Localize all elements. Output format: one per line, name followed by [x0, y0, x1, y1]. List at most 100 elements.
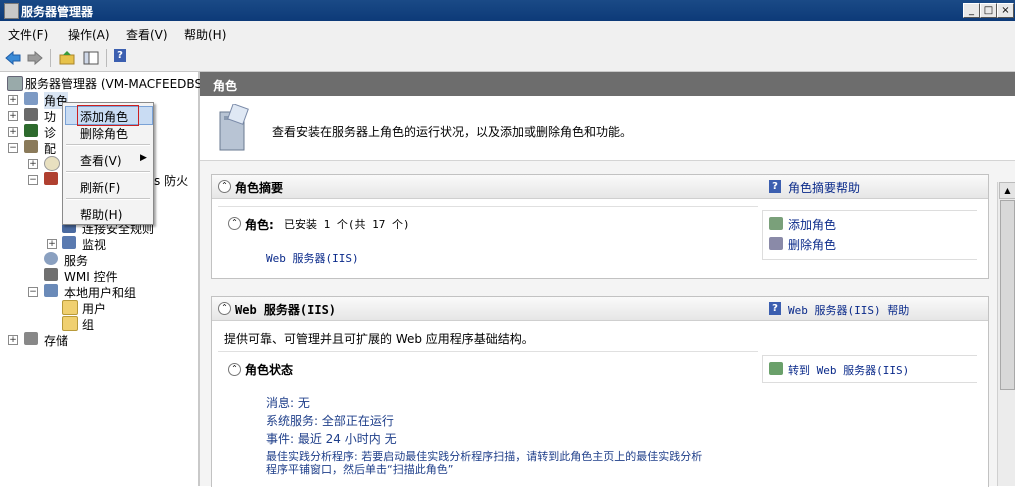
intro-panel: 查看安装在服务器上角色的运行状况，以及添加或删除角色和功能。	[200, 96, 1015, 161]
collapse-chevron-icon[interactable]: ⌃	[228, 363, 241, 376]
firewall-icon	[44, 172, 58, 185]
tree-item-features[interactable]: 功	[44, 108, 56, 125]
role-status-title: 角色状态	[245, 363, 294, 377]
tree-item-wmi[interactable]: WMI 控件	[64, 268, 118, 285]
tree-item-groups[interactable]: 组	[82, 316, 94, 333]
expand-icon[interactable]: +	[47, 239, 57, 249]
expand-icon[interactable]: +	[8, 127, 18, 137]
add-roles-icon	[769, 217, 783, 230]
server-manager-icon	[4, 3, 19, 19]
goto-arrow-icon	[769, 362, 783, 375]
roles-icon	[24, 92, 38, 105]
minimize-button[interactable]: _	[963, 3, 980, 18]
goto-web-server-link[interactable]: 转到 Web 服务器(IIS)	[788, 362, 909, 378]
folder-icon	[62, 316, 78, 331]
roles-label: 角色:	[245, 218, 274, 232]
tree-item-storage[interactable]: 存储	[44, 332, 68, 349]
roles-server-icon	[219, 104, 249, 151]
up-folder-icon[interactable]	[58, 49, 76, 67]
storage-icon	[24, 332, 38, 345]
menu-action[interactable]: 操作(A)	[68, 26, 110, 43]
help-icon: ?	[769, 180, 781, 193]
users-groups-icon	[44, 284, 58, 297]
web-server-title: Web 服务器(IIS)	[235, 303, 337, 317]
show-hide-tree-icon[interactable]	[82, 49, 100, 67]
details-header: 角色	[200, 72, 1015, 96]
configuration-icon	[24, 140, 38, 153]
tree-item-local-users-groups[interactable]: 本地用户和组	[64, 284, 136, 301]
roles-summary-help-link[interactable]: 角色摘要帮助	[788, 179, 860, 196]
intro-text: 查看安装在服务器上角色的运行状况，以及添加或删除角色和功能。	[272, 125, 633, 139]
divider	[218, 351, 758, 352]
menu-bar: 文件(F) 操作(A) 查看(V) 帮助(H)	[0, 21, 1015, 45]
scrollbar-thumb[interactable]	[1000, 200, 1015, 390]
collapse-chevron-icon[interactable]: ⌃	[218, 302, 231, 315]
tree-root[interactable]: 服务器管理器 (VM-MACFEEDBSJ)	[25, 75, 210, 92]
diagnostics-icon	[24, 124, 38, 137]
collapse-icon[interactable]: −	[28, 287, 38, 297]
status-events: 事件: 最近 24 小时内 无	[266, 432, 397, 446]
help-icon[interactable]: ?	[114, 49, 126, 62]
menu-item-view[interactable]: 查看(V)	[80, 152, 122, 169]
collapse-icon[interactable]: −	[8, 143, 18, 153]
tree-item-diagnostics[interactable]: 诊	[44, 124, 56, 141]
tree-item-users[interactable]: 用户	[82, 300, 106, 317]
roles-count: 已安装 1 个(共 17 个)	[284, 218, 410, 231]
status-bpa-line2: 程序平铺窗口，然后单击“扫描此角色”	[266, 463, 454, 476]
submenu-arrow-icon: ▶	[140, 153, 147, 163]
context-menu: 添加角色 删除角色 查看(V) ▶ 刷新(F) 帮助(H)	[62, 102, 154, 225]
menu-item-help[interactable]: 帮助(H)	[80, 206, 122, 223]
tree-item-monitor[interactable]: 监视	[82, 236, 106, 253]
menu-item-add-role[interactable]: 添加角色	[80, 108, 128, 125]
expand-icon[interactable]: +	[8, 95, 18, 105]
server-icon	[7, 76, 23, 91]
menu-item-remove-role[interactable]: 删除角色	[80, 125, 128, 142]
forward-arrow-icon[interactable]	[26, 49, 44, 67]
close-button[interactable]: ×	[997, 3, 1014, 18]
expand-icon[interactable]: +	[8, 111, 18, 121]
add-roles-link[interactable]: 添加角色	[788, 216, 836, 233]
wmi-icon	[44, 268, 58, 281]
help-icon: ?	[769, 302, 781, 315]
maximize-button[interactable]: □	[980, 3, 997, 18]
details-header-title: 角色	[213, 79, 238, 93]
back-arrow-icon[interactable]	[4, 49, 22, 67]
web-server-description: 提供可靠、可管理并且可扩展的 Web 应用程序基础结构。	[224, 332, 534, 346]
window-title: 服务器管理器	[21, 5, 94, 19]
services-icon	[44, 252, 58, 265]
toolbar-separator	[106, 49, 107, 67]
collapse-chevron-icon[interactable]: ⌃	[228, 217, 241, 230]
task-scheduler-icon	[44, 156, 60, 171]
folder-icon	[62, 300, 78, 315]
menu-separator	[66, 171, 150, 173]
tree-item-configuration[interactable]: 配	[44, 140, 56, 157]
tree-item-firewall[interactable]: s 防火	[154, 172, 188, 189]
tree-item-services[interactable]: 服务	[64, 252, 88, 269]
monitor-icon	[62, 236, 76, 249]
menu-separator	[66, 144, 150, 146]
roles-summary-title: 角色摘要	[235, 181, 284, 195]
collapse-icon[interactable]: −	[28, 175, 38, 185]
menu-item-refresh[interactable]: 刷新(F)	[80, 179, 120, 196]
menu-separator	[66, 198, 150, 200]
remove-roles-link[interactable]: 删除角色	[788, 236, 836, 253]
features-icon	[24, 108, 38, 121]
scroll-up-icon[interactable]: ▲	[999, 182, 1015, 199]
roles-summary-section: ⌃ 角色摘要 ? 角色摘要帮助 ⌃ 角色: 已安装 1 个(共 17 个) We…	[211, 174, 989, 279]
web-server-help-link[interactable]: Web 服务器(IIS) 帮助	[788, 302, 909, 318]
collapse-chevron-icon[interactable]: ⌃	[218, 180, 231, 193]
status-system-services: 系统服务: 全部正在运行	[266, 414, 394, 428]
menu-file[interactable]: 文件(F)	[8, 26, 48, 43]
roles-summary-header	[212, 175, 988, 199]
vertical-scrollbar[interactable]: ▲	[997, 182, 1015, 486]
toolbar: ?	[0, 45, 1015, 72]
expand-icon[interactable]: +	[28, 159, 38, 169]
expand-icon[interactable]: +	[8, 335, 18, 345]
role-link-web-server[interactable]: Web 服务器(IIS)	[266, 250, 359, 266]
title-bar: 服务器管理器 _ □ ×	[0, 0, 1015, 21]
web-server-section: ⌃ Web 服务器(IIS) ? Web 服务器(IIS) 帮助 提供可靠、可管…	[211, 296, 989, 487]
menu-view[interactable]: 查看(V)	[126, 26, 168, 43]
toolbar-separator	[50, 49, 51, 67]
remove-roles-icon	[769, 237, 783, 250]
menu-help[interactable]: 帮助(H)	[184, 26, 226, 43]
